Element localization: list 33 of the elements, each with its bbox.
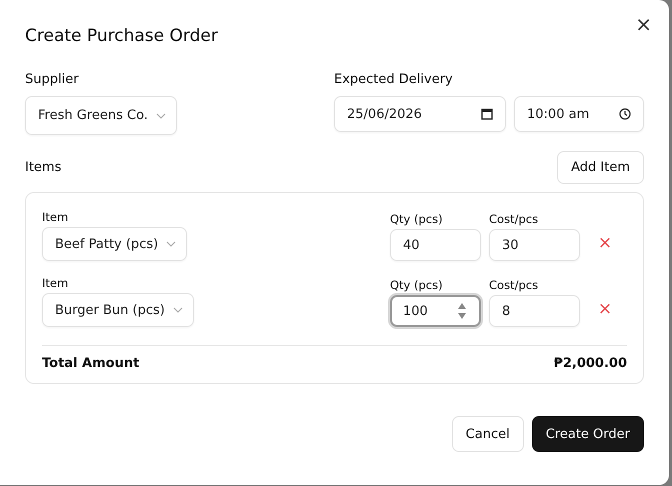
quantity-field[interactable]: 40 <box>390 229 481 261</box>
close-button[interactable]: × <box>635 14 652 34</box>
supplier-select[interactable]: Fresh Greens Co. <box>25 96 177 135</box>
item-select[interactable]: Burger Bun (pcs) <box>42 293 194 327</box>
chevron-down-icon <box>156 112 166 118</box>
section-label: Items <box>25 160 62 176</box>
dialog-title: Create Purchase Order <box>25 25 219 48</box>
spinner-icon <box>457 302 467 320</box>
calendar-icon <box>481 108 493 120</box>
item-select[interactable]: Beef Patty (pcs) <box>42 227 187 261</box>
field-label: Item <box>42 275 70 291</box>
cost-field[interactable]: 8 <box>489 295 580 327</box>
field-label: Expected Delivery <box>334 72 454 88</box>
cancel-button[interactable]: Cancel <box>452 416 524 452</box>
chevron-down-icon <box>173 307 183 313</box>
field-label: Qty (pcs) <box>390 211 444 227</box>
clock-icon <box>619 108 631 120</box>
quantity-field[interactable]: 100 <box>390 295 481 327</box>
field-label: Cost/pcs <box>489 277 540 293</box>
cost-field[interactable]: 30 <box>489 229 580 261</box>
field-label: Supplier <box>25 72 80 88</box>
total-amount: ₱2,000.00 <box>554 356 627 371</box>
create-order-button[interactable]: Create Order <box>532 416 644 452</box>
field-label: Item <box>42 209 70 225</box>
add-item-button[interactable]: Add Item <box>557 151 644 184</box>
remove-button[interactable]: × <box>596 299 614 319</box>
field-label: Qty (pcs) <box>390 277 444 293</box>
time-field[interactable]: 10:00 am <box>514 96 644 132</box>
field-label: Cost/pcs <box>489 211 540 227</box>
total-label: Total Amount <box>42 356 140 371</box>
remove-button[interactable]: × <box>596 233 614 253</box>
chevron-down-icon <box>166 241 176 247</box>
date-field[interactable]: 25/06/2026 <box>334 96 506 132</box>
